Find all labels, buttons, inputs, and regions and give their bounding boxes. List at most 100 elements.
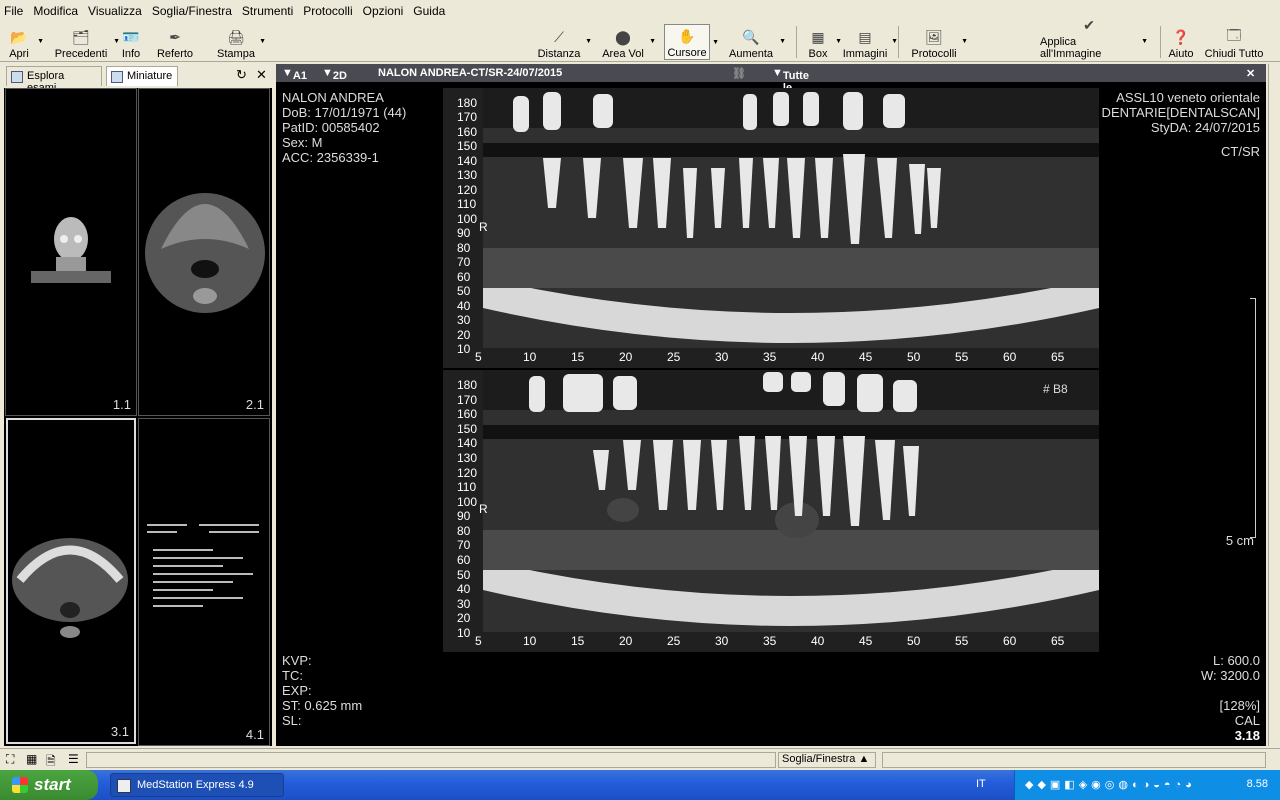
protocol-icon: 🖼 — [925, 28, 943, 45]
tray-icons[interactable]: ◆◆▣◧◈◉◎◍◐◑◒◓◔◕ — [1025, 778, 1196, 791]
thumbnail-2-1[interactable]: 2.1 — [138, 88, 270, 416]
horizontal-ruler-tick: 45 — [859, 350, 873, 364]
distanza-button[interactable]: ⟋ Distanza ▼ — [536, 24, 592, 61]
series-dropdown[interactable]: ▼ Tutte le serie — [772, 67, 809, 106]
horizontal-ruler-tick: 60 — [1003, 350, 1017, 364]
stampa-button[interactable]: 🖨 Stampa ▼ — [216, 24, 266, 61]
cal-value: 3.18 — [1234, 728, 1260, 743]
vertical-ruler-tick: 30 — [457, 313, 471, 328]
vertical-ruler-tick: 140 — [457, 436, 478, 451]
thumbnail-scout-image — [31, 217, 111, 283]
horizontal-ruler-tick: 10 — [523, 350, 537, 364]
horizontal-ruler-tick: 55 — [955, 634, 969, 648]
thumbnail-3-1[interactable]: 3.1 — [6, 418, 136, 744]
tab-miniature[interactable]: Miniature — [106, 66, 178, 86]
horizontal-ruler-tick: 10 — [523, 634, 537, 648]
language-indicator[interactable]: IT — [976, 778, 986, 790]
immagini-button[interactable]: ▤ Immagini ▼ — [842, 24, 898, 61]
viewer-close-icon[interactable]: ✕ — [1246, 67, 1255, 80]
patient-name: NALON ANDREA — [282, 90, 384, 105]
aiuto-button[interactable]: ❓ Aiuto — [1166, 24, 1196, 61]
thumbnail-report-image — [147, 524, 259, 607]
taskbar-item-medstation[interactable]: MedStation Express 4.9 — [110, 773, 284, 797]
vertical-ruler-tick: 50 — [457, 284, 471, 299]
apri-button[interactable]: 📂 Apri ▼ — [4, 24, 44, 61]
menu-strumenti[interactable]: Strumenti — [242, 4, 293, 18]
panoramic-image-bottom[interactable]: 180 170 160 150 140 130 120 110 100 90 80 70 60 50 40 3… — [443, 370, 1099, 652]
thumbnail-grid: 1.1 2.1 3.1 4.1 — [4, 88, 272, 746]
help-icon: ❓ — [1172, 28, 1190, 45]
box-button[interactable]: ▦ Box ▼ — [804, 24, 842, 61]
menu-file[interactable]: File — [4, 4, 23, 18]
applica-immagine-button[interactable]: ✔ Applica all'Immagine ▼ — [1040, 17, 1148, 61]
aumenta-button[interactable]: 🔍 Aumenta ▼ — [726, 24, 786, 61]
window-width: W: 3200.0 — [1200, 668, 1260, 683]
close-icon[interactable]: ✕ — [256, 67, 267, 83]
image-viewer[interactable]: ▼ A1 ▼ 2D NALON ANDREA-CT/SR-24/07/2015 … — [276, 64, 1266, 746]
vertical-ruler-tick: 70 — [457, 255, 471, 270]
menu-guida[interactable]: Guida — [413, 4, 445, 18]
explorer-icon — [11, 71, 23, 83]
mode-dropdown[interactable]: ▼ 2D — [322, 67, 347, 82]
ruler-line-icon: ⟋ — [554, 28, 564, 45]
slice-marker-b8: # B8 — [1043, 382, 1068, 396]
horizontal-ruler-tick: 35 — [763, 350, 777, 364]
horizontal-ruler-tick: 35 — [763, 634, 777, 648]
menu-protocolli[interactable]: Protocolli — [303, 4, 352, 18]
horizontal-ruler-tick: 60 — [1003, 634, 1017, 648]
chiudi-tutto-button[interactable]: 🗔 Chiudi Tutto — [1204, 24, 1264, 60]
protocolli-button[interactable]: 🖼 Protocolli ▼ — [910, 24, 968, 61]
status-mode[interactable]: Soglia/Finestra ▲ — [778, 752, 876, 768]
thumbnail-1-1[interactable]: 1.1 — [5, 88, 137, 416]
menu-soglia-finestra[interactable]: Soglia/Finestra — [152, 4, 232, 18]
list-view-icon[interactable]: ☰ — [68, 752, 79, 766]
vertical-ruler-tick: 160 — [457, 124, 478, 139]
orientation-marker-r: R — [479, 502, 488, 516]
grid-view-icon[interactable]: ▦ — [26, 752, 37, 766]
horizontal-ruler-tick: 15 — [571, 634, 585, 648]
info-button[interactable]: 🪪 Info — [116, 24, 146, 61]
windows-taskbar: start MedStation Express 4.9 IT ◆◆▣◧◈◉◎◍… — [0, 770, 1280, 800]
area-vol-button[interactable]: ⬤ Area Vol ▼ — [600, 24, 656, 61]
link-icon[interactable]: ⛓ — [732, 67, 746, 80]
referto-button[interactable]: ✒ Referto — [154, 24, 196, 61]
status-bar: ⛶ ▦ 🗎 ☰ Soglia/Finestra ▲ — [0, 748, 1280, 770]
horizontal-ruler-tick: 5 — [475, 350, 482, 364]
vertical-ruler-tick: 20 — [457, 611, 471, 626]
tab-esplora-esami[interactable]: Esplora esami — [6, 66, 102, 94]
menu-visualizza[interactable]: Visualizza — [88, 4, 142, 18]
system-tray: ◆◆▣◧◈◉◎◍◐◑◒◓◔◕ 8.58 — [1014, 770, 1280, 800]
vertical-ruler-tick: 120 — [457, 182, 478, 197]
vertical-ruler-tick: 120 — [457, 465, 478, 480]
panoramic-image-top[interactable]: 180 170 160 150 140 130 120 110 100 90 80 70 60 50 40 3… — [443, 88, 1099, 368]
cursore-button[interactable]: ✋ Cursore ▼ — [664, 24, 719, 60]
scale-bar — [1250, 298, 1256, 538]
checkmark-icon: ✔ — [1083, 16, 1095, 33]
thumbnail-label: 4.1 — [245, 727, 264, 742]
menu-opzioni[interactable]: Opzioni — [363, 4, 404, 18]
layout-dropdown[interactable]: ▼ A1 — [282, 67, 307, 82]
cal-label: CAL — [1234, 713, 1260, 728]
start-button[interactable]: start — [0, 770, 98, 800]
thumbnail-label: 1.1 — [112, 397, 131, 412]
viewer-header: ▼ A1 ▼ 2D NALON ANDREA-CT/SR-24/07/2015 … — [276, 64, 1266, 106]
vertical-scrollbar[interactable] — [1268, 64, 1280, 746]
toolbar-separator — [796, 26, 797, 58]
horizontal-ruler-tick: 45 — [859, 634, 873, 648]
menu-modifica[interactable]: Modifica — [33, 4, 78, 18]
vertical-ruler-tick: 100 — [457, 211, 478, 226]
slice-location: SL: — [282, 713, 302, 728]
printer-icon: 🖨 — [227, 28, 245, 45]
tree-view-icon[interactable]: ⛶ — [6, 752, 14, 767]
vertical-ruler-tick: 150 — [457, 139, 478, 154]
vertical-ruler-tick: 110 — [457, 197, 477, 212]
images-grid-icon: ▤ — [858, 28, 872, 45]
refresh-icon[interactable]: ↻ — [236, 67, 247, 83]
precedenti-button[interactable]: 🗂 Precedenti ▼ — [52, 24, 120, 61]
thumbnail-4-1[interactable]: 4.1 — [138, 418, 270, 746]
thumbnail-label: 2.1 — [245, 397, 264, 412]
vertical-ruler-tick: 180 — [457, 96, 478, 110]
zoom-level: [128%] — [1219, 698, 1260, 713]
thumbnail-label: 3.1 — [110, 724, 129, 739]
acquisition-info-overlay: KVP: TC: EXP: ST: 0.625 mm SL: — [282, 653, 362, 728]
